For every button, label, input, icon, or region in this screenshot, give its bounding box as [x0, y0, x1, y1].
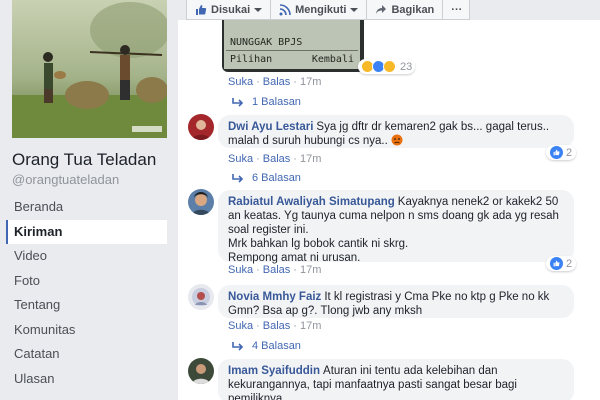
share-arrow-icon	[376, 4, 387, 14]
nav-item-komunitas[interactable]: Komunitas	[6, 318, 167, 343]
nav-item-tentang[interactable]: Tentang	[6, 293, 167, 318]
reply-arrow-icon	[232, 173, 244, 183]
comment-author[interactable]: Novia Mmhy Faiz	[228, 291, 321, 303]
comment-bubble: Imam Syaifuddin Aturan ini tentu ada kele…	[218, 359, 574, 400]
page-nav: Beranda Kiriman Video Foto Tentang Komun…	[6, 195, 167, 391]
comment-time[interactable]: 17m	[300, 153, 321, 165]
page-action-bar: Disukai Mengikuti Bagikan ···	[186, 0, 470, 20]
comment-bubble: Dwi Ayu Lestari Sya jg dftr dr kemaren2 g…	[218, 115, 574, 148]
comment-meta: Suka · Balas · 17m	[228, 76, 322, 88]
reply-link[interactable]: Balas	[263, 264, 291, 276]
avatar[interactable]	[188, 284, 214, 310]
wow-reaction-icon	[383, 60, 396, 73]
page-title[interactable]: Orang Tua Teladan	[12, 150, 156, 170]
phone-screen-divider	[226, 50, 358, 51]
reply-link[interactable]: Balas	[263, 320, 291, 332]
comment-author[interactable]: Rabiatul Awaliyah Simatupang	[228, 196, 395, 208]
comment-meta: Suka · Balas · 17m	[228, 153, 322, 165]
reply-link[interactable]: Balas	[263, 76, 291, 88]
avatar[interactable]	[188, 358, 214, 384]
phone-screen: NUNGGAK BPJS Pilihan Kembali	[224, 20, 360, 69]
liked-label: Disukai	[211, 3, 251, 16]
comment-meta: Suka · Balas · 17m	[228, 320, 322, 332]
reply-arrow-icon	[232, 97, 244, 107]
comment-text-line: Rempong amat ni urusan.	[228, 252, 361, 264]
view-replies-link[interactable]: 6 Balasan	[232, 172, 301, 184]
comment-bubble: Rabiatul Awaliyah Simatupang Kayaknya nen…	[218, 190, 574, 264]
left-sidebar: Orang Tua Teladan @orangtuateladan Beran…	[0, 0, 178, 400]
avatar[interactable]	[188, 189, 214, 215]
comment-time[interactable]: 17m	[300, 320, 321, 332]
comment-meta: Suka · Balas · 17m	[228, 264, 322, 276]
liked-button[interactable]: Disukai	[187, 0, 272, 20]
like-link[interactable]: Suka	[228, 153, 253, 165]
like-link[interactable]: Suka	[228, 320, 253, 332]
share-label: Bagikan	[391, 3, 435, 16]
reaction-summary[interactable]: 2	[546, 256, 577, 271]
like-reaction-icon	[550, 257, 563, 270]
avatar[interactable]	[188, 114, 214, 140]
view-replies-link[interactable]: 1 Balasan	[232, 96, 301, 108]
reaction-count: 2	[566, 146, 573, 159]
comment-author[interactable]: Imam Syaifuddin	[228, 365, 320, 377]
comment-image-attachment[interactable]: NUNGGAK BPJS Pilihan Kembali	[222, 20, 364, 72]
rss-icon	[279, 3, 291, 15]
angry-emoji-icon	[391, 134, 403, 146]
following-button[interactable]: Mengikuti	[271, 0, 368, 20]
more-options-button[interactable]: ···	[443, 0, 470, 20]
comment-time[interactable]: 17m	[300, 76, 321, 88]
like-link[interactable]: Suka	[228, 76, 253, 88]
phone-screen-text: NUNGGAK BPJS	[230, 37, 303, 48]
comment-text-line: Mrk bahkan lg bobok cantik ni skrg.	[228, 238, 409, 250]
nav-item-beranda[interactable]: Beranda	[6, 195, 167, 220]
view-replies-link[interactable]: 4 Balasan	[232, 340, 301, 352]
nav-item-ulasan[interactable]: Ulasan	[6, 367, 167, 392]
page-handle[interactable]: @orangtuateladan	[12, 172, 119, 187]
share-button[interactable]: Bagikan	[367, 0, 444, 20]
like-reaction-icon	[550, 146, 563, 159]
replies-count: 6 Balasan	[252, 172, 301, 184]
phone-softkey-right: Kembali	[311, 54, 354, 65]
reaction-summary[interactable]: 2	[546, 145, 577, 160]
nav-item-kiriman[interactable]: Kiriman	[6, 219, 167, 244]
comment-author[interactable]: Dwi Ayu Lestari	[228, 121, 313, 133]
comment-bubble: Novia Mmhy Faiz It kl registrasi y Cma Pk…	[218, 285, 574, 318]
chevron-down-icon	[350, 7, 359, 12]
comment-time[interactable]: 17m	[300, 264, 321, 276]
profile-cover-photo[interactable]	[12, 0, 167, 138]
thumbs-up-icon	[196, 4, 207, 15]
chevron-down-icon	[254, 7, 263, 12]
reply-link[interactable]: Balas	[263, 153, 291, 165]
following-label: Mengikuti	[295, 3, 347, 16]
phone-softkey-left: Pilihan	[230, 54, 273, 65]
replies-count: 4 Balasan	[252, 340, 301, 352]
reaction-count: 2	[566, 257, 573, 270]
like-link[interactable]: Suka	[228, 264, 253, 276]
reaction-count: 23	[400, 60, 413, 73]
nav-item-foto[interactable]: Foto	[6, 269, 167, 294]
reply-arrow-icon	[232, 341, 244, 351]
farmers-photo	[12, 0, 167, 138]
nav-item-catatan[interactable]: Catatan	[6, 342, 167, 367]
reaction-summary[interactable]: 23	[358, 59, 416, 74]
nav-item-video[interactable]: Video	[6, 244, 167, 269]
replies-count: 1 Balasan	[252, 96, 301, 108]
